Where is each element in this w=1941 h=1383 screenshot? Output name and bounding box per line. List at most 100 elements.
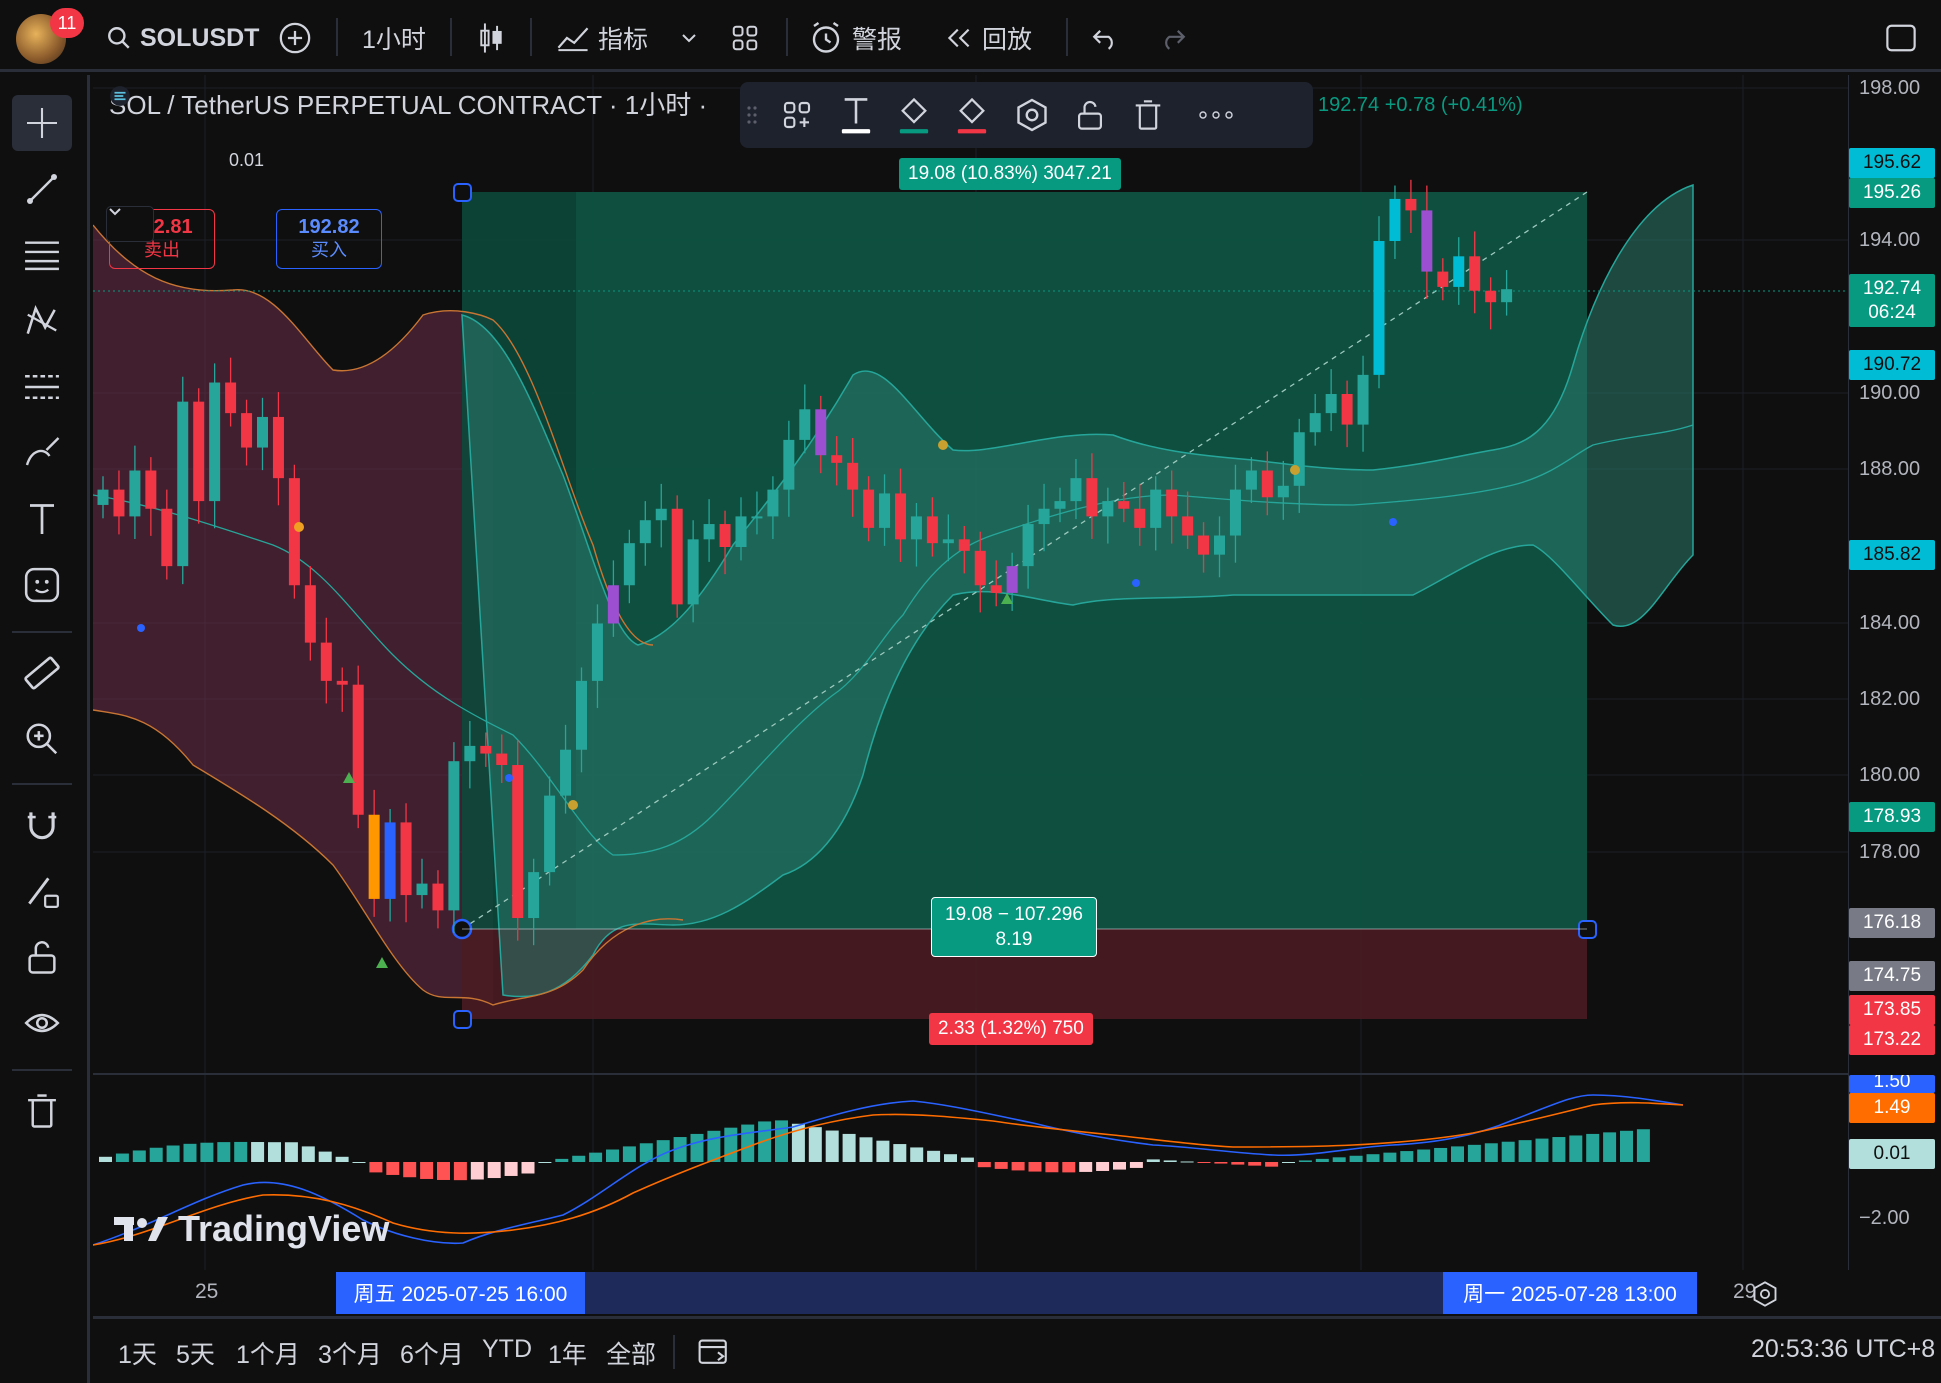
fib-tool[interactable] [12, 227, 72, 283]
candle-up [1229, 489, 1241, 536]
symbol-search-button[interactable]: SOLUSDT [106, 18, 259, 58]
zoom-in-tool[interactable] [12, 711, 72, 767]
range-ytd[interactable]: YTD [482, 1335, 532, 1364]
hide-drawings-tool[interactable] [12, 995, 72, 1051]
indicators-dropdown[interactable] [680, 18, 698, 58]
price-tick: 180.00 [1859, 764, 1921, 786]
candle-down [1198, 535, 1210, 555]
position-handle-top[interactable] [453, 183, 472, 202]
tradingview-logo[interactable]: TradingView [114, 1208, 389, 1250]
candle-up [703, 524, 715, 540]
macd-bar [927, 1150, 941, 1162]
chart-settings-button[interactable] [1751, 1280, 1779, 1313]
lock-all-tool[interactable] [12, 929, 72, 985]
range-5d[interactable]: 5天 [176, 1335, 215, 1371]
chevron-down-icon [109, 208, 121, 216]
macd-bar [808, 1127, 822, 1162]
ruler-tool[interactable] [12, 645, 72, 701]
more-button[interactable] [1181, 90, 1251, 140]
price-tag-bb-upper: 195.62 [1849, 148, 1935, 178]
undo-button[interactable] [1090, 18, 1120, 58]
clock[interactable]: 20:53:36 UTC+8 [1751, 1335, 1935, 1364]
candle-up [544, 795, 556, 873]
candle-down [496, 753, 508, 766]
range-all[interactable]: 全部 [606, 1335, 656, 1371]
interval-button[interactable]: 1小时 [362, 18, 426, 58]
profit-fill-button[interactable] [889, 90, 939, 140]
indicators-button[interactable]: 指标 [556, 18, 648, 58]
price-tick: 184.00 [1859, 612, 1921, 634]
candle-down [1421, 210, 1433, 272]
range-3m[interactable]: 3个月 [318, 1335, 382, 1371]
macd-bar [268, 1142, 281, 1162]
candle-up [1038, 508, 1050, 525]
candle-up [257, 416, 268, 448]
loss-fill-button[interactable] [947, 90, 997, 140]
candle-down [1086, 478, 1098, 517]
delete-button[interactable] [1123, 90, 1173, 140]
symbol-label: SOLUSDT [140, 23, 260, 52]
template-button[interactable] [772, 90, 822, 140]
macd-bar [183, 1143, 197, 1162]
macd-bar [910, 1147, 924, 1162]
prediction-tool[interactable] [12, 359, 72, 415]
settings-button[interactable] [1007, 90, 1057, 140]
horizontal-lines-icon [25, 241, 59, 271]
layouts-button[interactable] [730, 18, 760, 58]
range-1m[interactable]: 1个月 [236, 1335, 300, 1371]
main-chart-pane[interactable]: SOL / TetherUS PERPETUAL CONTRACT · 1小时 … [93, 75, 1848, 1270]
alert-button[interactable]: 警报 [808, 18, 902, 58]
trend-line-tool[interactable] [12, 161, 72, 217]
macd-bar [1163, 1160, 1177, 1162]
exchange-logo-icon [110, 86, 130, 106]
macd-bar [977, 1162, 991, 1168]
range-1d[interactable]: 1天 [118, 1335, 157, 1371]
drawing-tools-sidebar [0, 75, 90, 1383]
replay-button[interactable]: 回放 [944, 18, 1032, 58]
candle-down [1261, 470, 1273, 498]
time-tick: 25 [195, 1280, 219, 1303]
redo-button[interactable] [1158, 18, 1188, 58]
position-handle-stop[interactable] [453, 1010, 472, 1029]
crosshair-tool[interactable] [12, 95, 72, 151]
price-tag-red: 173.22 [1849, 1025, 1935, 1055]
price-axis[interactable]: 198.00 194.00 190.00 188.00 184.00 182.0… [1848, 75, 1941, 1270]
brush-tool[interactable] [12, 425, 72, 481]
candle-up [1102, 501, 1114, 517]
lock-drawing-tool[interactable] [12, 863, 72, 919]
remove-drawings-tool[interactable] [12, 1083, 72, 1139]
candle-down [1166, 489, 1178, 517]
drag-dots-icon [747, 106, 757, 124]
range-1y[interactable]: 1年 [548, 1335, 587, 1371]
macd-bar [1501, 1141, 1515, 1162]
candle-up [448, 761, 460, 911]
compare-symbol-button[interactable] [278, 18, 312, 58]
candle-up [416, 883, 428, 896]
buy-button[interactable]: 192.82 买入 [276, 209, 382, 269]
macd-bar [420, 1162, 434, 1179]
text-color-button[interactable] [831, 90, 881, 140]
lock-button[interactable] [1065, 90, 1115, 140]
goto-date-button[interactable] [697, 1335, 731, 1372]
drag-handle[interactable] [740, 90, 764, 140]
emoji-tool[interactable] [12, 557, 72, 613]
pencil-lock-icon [28, 877, 59, 908]
time-axis[interactable]: 25 6 27 28 29 周五 2025-07-25 16:00 周一 202… [93, 1270, 1848, 1314]
macd-bar [639, 1143, 653, 1162]
candle-down [1437, 271, 1449, 287]
legend-collapse-button[interactable] [106, 206, 154, 242]
price-tick: 182.00 [1859, 688, 1921, 710]
symbol-legend[interactable]: SOL / TetherUS PERPETUAL CONTRACT · 1小时 … [109, 85, 707, 122]
bar-countdown: 06:24 [1849, 299, 1935, 327]
fullscreen-button[interactable] [1884, 18, 1918, 58]
macd-bar [944, 1154, 957, 1162]
text-tool[interactable] [12, 491, 72, 547]
candle-down [958, 539, 970, 551]
gear-icon [1017, 98, 1047, 132]
candle-up [879, 493, 891, 528]
range-6m[interactable]: 6个月 [400, 1335, 464, 1371]
magnet-tool[interactable] [12, 797, 72, 853]
interval-label: 1小时 [362, 26, 426, 54]
chart-type-button[interactable] [476, 18, 506, 58]
pattern-tool[interactable] [12, 293, 72, 349]
